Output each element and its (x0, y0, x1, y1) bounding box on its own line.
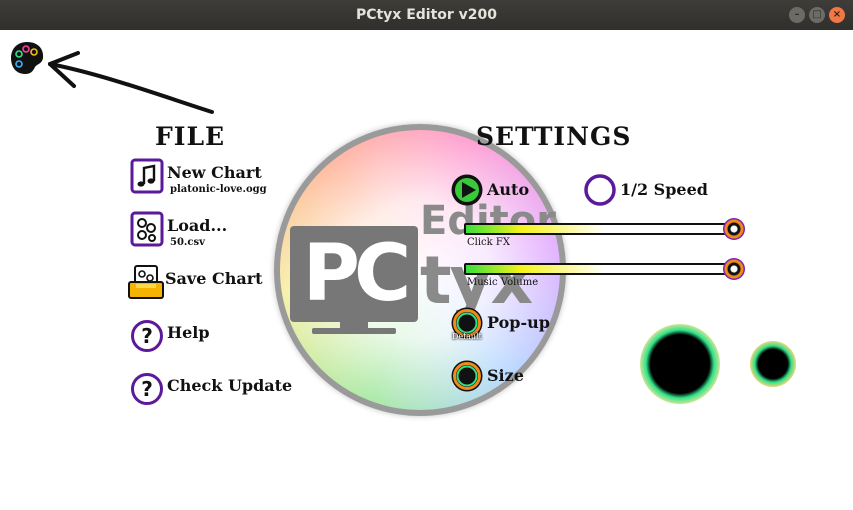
window-titlebar: PCtyx Editor v200 – □ × (0, 0, 853, 30)
note-preview-small (750, 341, 796, 387)
popup-label: Pop-up (487, 313, 550, 332)
file-heading: FILE (155, 122, 226, 151)
click-fx-slider-fill (466, 225, 605, 233)
save-chart-button[interactable]: Save Chart (127, 264, 263, 300)
note-preview-large (640, 324, 720, 404)
music-volume-label: Music Volume (467, 277, 539, 288)
help-label: Help (167, 323, 210, 342)
new-chart-label: New Chart (167, 163, 262, 182)
notes-folder-icon (130, 211, 164, 247)
half-speed-label: 1/2 Speed (620, 180, 708, 199)
maximize-button[interactable]: □ (809, 7, 825, 23)
new-chart-filename: platonic-love.ogg (170, 184, 267, 195)
click-fx-slider[interactable] (464, 223, 734, 235)
palette-icon[interactable] (9, 40, 45, 76)
arrow-icon (48, 51, 214, 114)
svg-text:?: ? (141, 377, 153, 401)
check-update-label: Check Update (167, 376, 293, 395)
help-icon: ? (131, 373, 163, 405)
auto-label: Auto (487, 180, 530, 199)
logo-pc-text: PC (290, 226, 418, 322)
window-controls: – □ × (789, 7, 845, 23)
check-update-button[interactable]: ? Check Update (130, 371, 292, 407)
save-chart-label: Save Chart (165, 269, 263, 288)
close-button[interactable]: × (829, 7, 845, 23)
svg-text:?: ? (141, 324, 153, 348)
load-filename: 50.csv (170, 237, 205, 248)
music-volume-slider-fill (466, 265, 605, 273)
music-note-icon (130, 158, 164, 194)
logo-base (312, 328, 396, 334)
popup-default-label: Default (452, 332, 482, 341)
help-icon: ? (131, 320, 163, 352)
save-tray-icon (128, 265, 164, 299)
window-title: PCtyx Editor v200 (355, 7, 498, 23)
size-label: Size (487, 366, 524, 385)
click-fx-slider-knob[interactable] (723, 218, 745, 240)
music-volume-slider[interactable] (464, 263, 734, 275)
load-label: Load... (167, 216, 228, 235)
settings-heading: SETTINGS (476, 122, 632, 151)
music-volume-slider-knob[interactable] (723, 258, 745, 280)
play-icon[interactable] (450, 173, 484, 207)
editor-canvas: PC Editor tyx FILE New Chart platonic-lo… (0, 30, 853, 510)
size-ring-button[interactable] (450, 359, 484, 393)
minimize-button[interactable]: – (789, 7, 805, 23)
help-button[interactable]: ? Help (130, 318, 210, 354)
click-fx-label: Click FX (467, 237, 510, 248)
half-speed-toggle[interactable] (583, 173, 617, 207)
